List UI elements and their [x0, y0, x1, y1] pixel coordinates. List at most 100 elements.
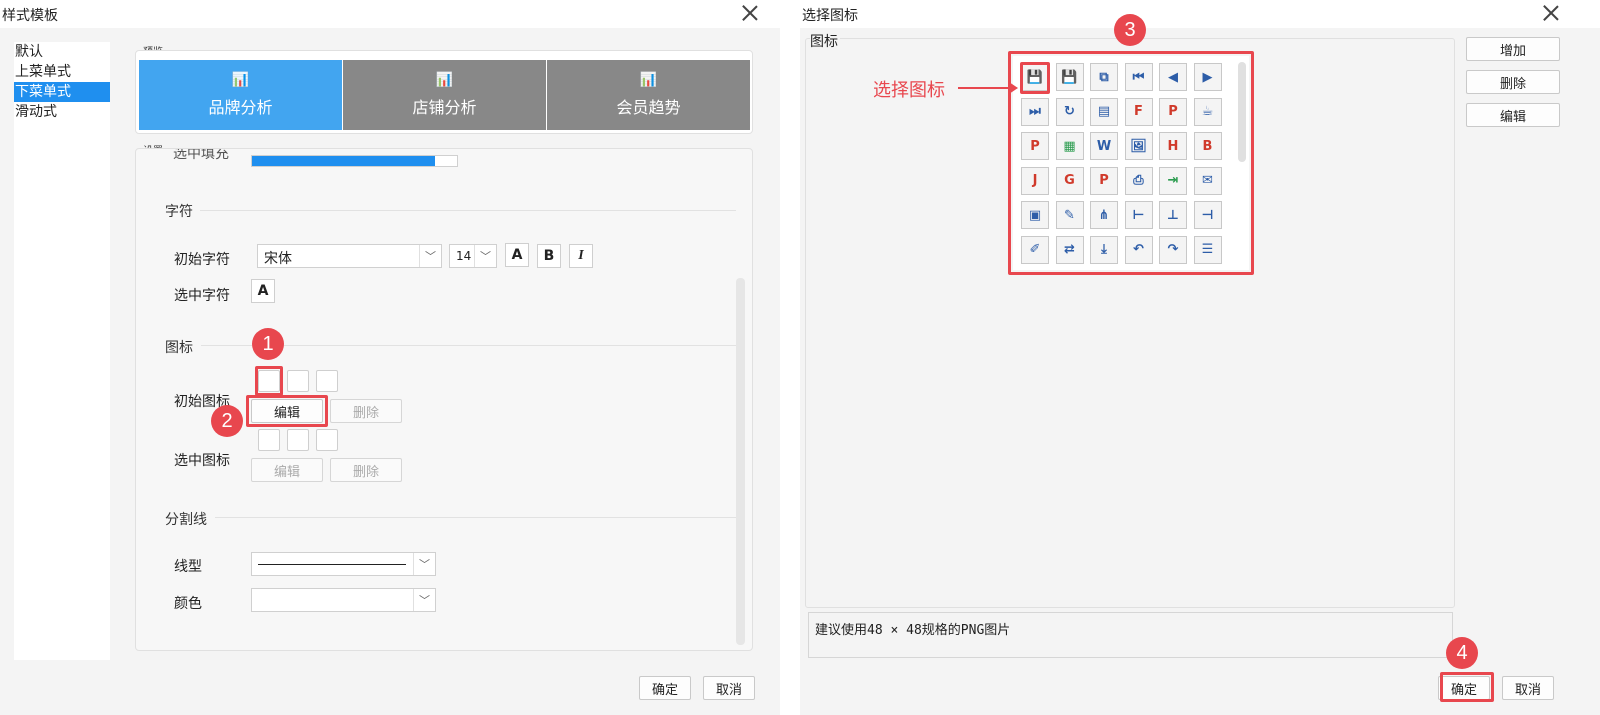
- image-icon[interactable]: 🖼: [1124, 132, 1153, 160]
- chevron-down-icon: ﹀: [474, 245, 496, 267]
- tooltip-icon[interactable]: ✎: [1055, 201, 1084, 229]
- tree-left-icon[interactable]: ⊣: [1193, 201, 1222, 229]
- chevron-down-icon: ﹀: [413, 589, 435, 611]
- hint-box: 建议使用48 × 48规格的PNG图片: [808, 612, 1453, 658]
- selected-icon-slot-1[interactable]: [258, 429, 280, 451]
- step-badge-1: 1: [252, 328, 284, 360]
- left-cancel-button[interactable]: 取消: [703, 676, 755, 700]
- initial-icon-slot-3[interactable]: [316, 370, 338, 392]
- next-page-icon[interactable]: ▶: [1193, 63, 1222, 91]
- template-list: 默认 上菜单式 下菜单式 滑动式: [14, 42, 110, 660]
- font-color-button[interactable]: A: [505, 243, 529, 267]
- font-size-value: 14: [456, 249, 472, 263]
- selected-icon-delete-button[interactable]: 删除: [330, 458, 402, 482]
- java-icon[interactable]: ☕: [1193, 97, 1222, 126]
- font-size-select[interactable]: 14 ﹀: [449, 244, 497, 268]
- initial-icon-edit-button[interactable]: 编辑: [251, 399, 323, 423]
- last-page-icon[interactable]: ⏭: [1021, 97, 1049, 126]
- step-badge-2: 2: [211, 405, 243, 437]
- submit-icon[interactable]: ⇄: [1055, 235, 1084, 264]
- preview-tab-store[interactable]: 📊 店铺分析: [343, 60, 546, 130]
- italic-button[interactable]: I: [569, 244, 593, 268]
- undo-icon[interactable]: ↶: [1124, 235, 1153, 264]
- settings-scrollbar[interactable]: [736, 278, 745, 645]
- section-character: 字符: [165, 204, 193, 220]
- refresh-icon[interactable]: ↻: [1055, 97, 1084, 126]
- png-icon[interactable]: P: [1090, 166, 1118, 195]
- edit-button[interactable]: 编辑: [1466, 103, 1560, 127]
- word-icon[interactable]: W: [1090, 132, 1118, 160]
- export-icon[interactable]: ⇥: [1159, 166, 1187, 195]
- initial-icon-delete-button[interactable]: 删除: [330, 399, 402, 423]
- initial-icon-slot-2[interactable]: [287, 370, 309, 392]
- font-family-select[interactable]: 宋体 ﹀: [257, 244, 442, 268]
- chart-icon: 📊: [435, 72, 454, 88]
- title-bar: 样式模板: [0, 0, 780, 28]
- initial-icon-slot-1[interactable]: [258, 370, 280, 392]
- download-icon[interactable]: ⤓: [1090, 235, 1118, 264]
- chevron-down-icon: ﹀: [419, 245, 441, 267]
- first-page-icon[interactable]: ⏮: [1124, 63, 1153, 91]
- pdf-red-icon[interactable]: P: [1021, 132, 1049, 160]
- nav-item-default[interactable]: 默认: [14, 42, 110, 62]
- tree-up-icon[interactable]: ⊥: [1159, 201, 1187, 229]
- selected-font-color-button[interactable]: A: [251, 279, 275, 303]
- step-badge-4: 4: [1446, 637, 1478, 669]
- right-ok-button[interactable]: 确定: [1438, 676, 1490, 700]
- chart-icon: 📊: [639, 72, 658, 88]
- excel-icon[interactable]: ▦: [1055, 132, 1084, 160]
- size-hint: 建议使用48 × 48规格的PNG图片: [815, 623, 1011, 638]
- close-icon[interactable]: [1542, 4, 1560, 22]
- left-ok-button[interactable]: 确定: [639, 676, 691, 700]
- pencil-icon[interactable]: ✐: [1021, 235, 1049, 264]
- prev-page-icon[interactable]: ◀: [1159, 63, 1187, 91]
- color-label: 颜色: [174, 596, 202, 612]
- selected-icon-edit-button[interactable]: 编辑: [251, 458, 323, 482]
- tab-label: 品牌分析: [208, 98, 273, 117]
- nav-item-sliding[interactable]: 滑动式: [14, 102, 110, 122]
- flash-icon[interactable]: F: [1124, 97, 1153, 126]
- save-as-icon[interactable]: 💾: [1055, 63, 1084, 91]
- selected-icon-slot-2[interactable]: [287, 429, 309, 451]
- icon-panel-label: 图标: [810, 31, 840, 51]
- bold-button[interactable]: B: [537, 244, 561, 268]
- preview-panel: 📊 品牌分析 📊 店铺分析 📊 会员趋势: [135, 50, 753, 134]
- tab-label: 会员趋势: [616, 98, 681, 117]
- jpg-icon[interactable]: J: [1021, 166, 1049, 195]
- font-family-value: 宋体: [264, 251, 292, 267]
- chart-icon: 📊: [231, 72, 250, 88]
- bmp-icon[interactable]: B: [1193, 132, 1222, 160]
- save-icon[interactable]: 💾: [1021, 63, 1049, 91]
- divider-color-select[interactable]: ﹀: [251, 588, 436, 612]
- book-icon[interactable]: ▤: [1090, 97, 1118, 126]
- gif-icon[interactable]: G: [1055, 166, 1084, 195]
- nav-item-top-menu[interactable]: 上菜单式: [14, 62, 110, 82]
- section-icon: 图标: [165, 340, 193, 356]
- step-badge-3: 3: [1114, 14, 1146, 46]
- add-button[interactable]: 增加: [1466, 37, 1560, 61]
- preview-tab-brand[interactable]: 📊 品牌分析: [139, 60, 342, 130]
- line-type-label: 线型: [174, 559, 202, 575]
- initial-char-label: 初始字符: [174, 252, 230, 268]
- icon-grid-scrollbar[interactable]: [1238, 62, 1246, 162]
- selected-char-label: 选中字符: [174, 288, 230, 304]
- close-icon[interactable]: [741, 4, 759, 22]
- list-icon[interactable]: ☰: [1193, 235, 1222, 264]
- section-divider: 分割线: [165, 512, 207, 528]
- selected-fill-color[interactable]: [251, 155, 458, 167]
- line-type-select[interactable]: ﹀: [251, 552, 436, 576]
- preview-tab-member[interactable]: 📊 会员趋势: [547, 60, 750, 130]
- print-icon[interactable]: ⎙: [1124, 166, 1153, 195]
- delete-button[interactable]: 删除: [1466, 70, 1560, 94]
- redo-icon[interactable]: ↷: [1159, 235, 1187, 264]
- right-cancel-button[interactable]: 取消: [1502, 676, 1554, 700]
- nav-item-bottom-menu[interactable]: 下菜单式: [14, 82, 110, 102]
- tree-down-icon[interactable]: ⋔: [1090, 201, 1118, 229]
- pdf-icon[interactable]: P: [1159, 97, 1187, 126]
- selected-icon-slot-3[interactable]: [316, 429, 338, 451]
- mail-icon[interactable]: ✉: [1193, 166, 1222, 195]
- tree-right-icon[interactable]: ⊢: [1124, 201, 1153, 229]
- copy-icon[interactable]: ⧉: [1090, 63, 1118, 91]
- layout-icon[interactable]: ▣: [1021, 201, 1049, 229]
- html-icon[interactable]: H: [1159, 132, 1187, 160]
